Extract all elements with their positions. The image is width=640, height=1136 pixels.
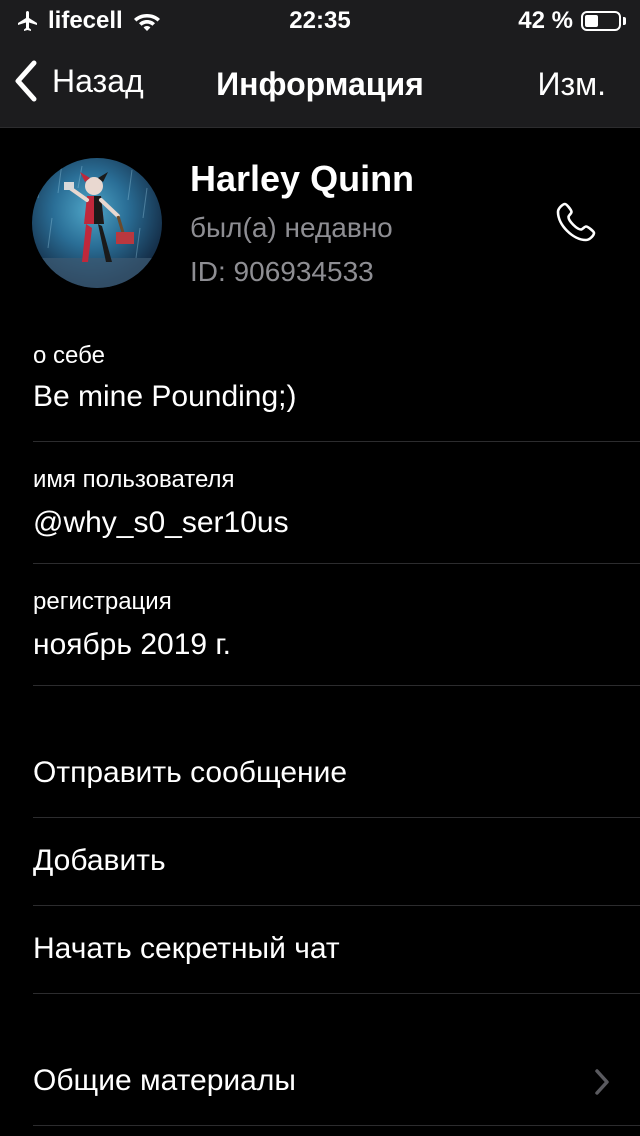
- profile-header: Harley Quinn был(а) недавно ID: 90693453…: [0, 128, 640, 318]
- last-seen-status: был(а) недавно: [190, 212, 393, 243]
- edit-button[interactable]: Изм.: [537, 66, 606, 103]
- phone-icon: [552, 202, 600, 250]
- battery-icon: [581, 11, 621, 31]
- chevron-right-icon: [594, 1068, 610, 1101]
- shared-media-label: Общие материалы: [33, 1064, 296, 1097]
- shared-media-button[interactable]: Общие материалы: [33, 1038, 640, 1126]
- registration-row: регистрация ноябрь 2019 г.: [33, 564, 640, 686]
- username-value[interactable]: @why_s0_ser10us: [33, 506, 289, 540]
- battery-tip: [623, 17, 626, 25]
- status-bar: lifecell 22:35 42 %: [0, 0, 640, 40]
- registration-label: регистрация: [33, 588, 172, 615]
- registration-value: ноябрь 2019 г.: [33, 628, 232, 661]
- send-message-label: Отправить сообщение: [33, 756, 348, 789]
- about-value: Be mine Pounding;): [33, 380, 297, 413]
- username-row[interactable]: имя пользователя @why_s0_ser10us: [33, 442, 640, 564]
- add-contact-button[interactable]: Добавить: [33, 818, 640, 906]
- profile-name: Harley Quinn: [190, 158, 415, 199]
- call-button[interactable]: [552, 198, 600, 246]
- about-row: о себе Be mine Pounding;): [33, 330, 640, 442]
- battery-level: [585, 15, 598, 27]
- start-secret-chat-button[interactable]: Начать секретный чат: [33, 906, 640, 994]
- user-id: ID: 906934533: [190, 256, 374, 287]
- battery-percent: 42 %: [518, 7, 573, 34]
- about-label: о себе: [33, 342, 105, 369]
- start-secret-chat-label: Начать секретный чат: [33, 932, 340, 965]
- avatar[interactable]: [32, 158, 162, 288]
- send-message-button[interactable]: Отправить сообщение: [33, 730, 640, 818]
- status-bar-right: 42 %: [518, 7, 626, 35]
- add-contact-label: Добавить: [33, 844, 166, 877]
- username-label: имя пользователя: [33, 466, 235, 493]
- navigation-bar: Назад Информация Изм.: [0, 40, 640, 128]
